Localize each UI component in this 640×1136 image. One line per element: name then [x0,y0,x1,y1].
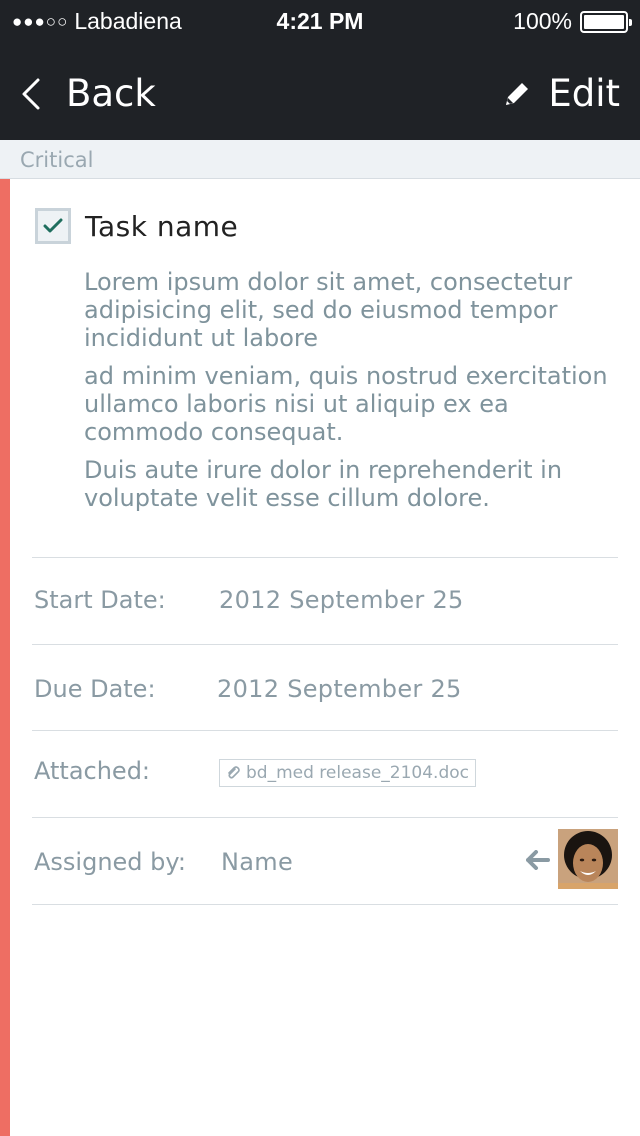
paperclip-icon [228,766,240,779]
chevron-left-icon [22,78,40,109]
check-icon [43,218,63,233]
edit-button[interactable]: Edit [502,72,620,115]
task-name: Task name [85,209,239,243]
priority-indicator-bar [0,179,10,1136]
due-date-label: Due Date: [34,675,156,703]
start-date-label: Start Date: [34,586,166,614]
navigation-bar: Back Edit [0,42,640,140]
due-date-row: Due Date: 2012 September 25 [32,644,618,730]
battery-icon [580,10,632,33]
due-date-value: 2012 September 25 [217,675,462,703]
edit-label: Edit [548,72,620,115]
priority-label: Critical [20,148,94,172]
pencil-icon [506,82,529,105]
avatar-image [558,829,618,889]
task-description: Lorem ipsum dolor sit amet, consectetur … [84,268,614,522]
task-details: Start Date: 2012 September 25 Due Date: … [32,557,618,905]
user-avatar[interactable] [558,829,618,889]
start-date-row: Start Date: 2012 September 25 [32,557,618,644]
task-title-row: Task name [35,208,238,244]
assigned-by-name: Name [221,848,294,876]
attached-label: Attached: [34,757,151,785]
attached-row: Attached: bd_med release_2104.doc [32,730,618,817]
arrow-left-icon [526,850,550,870]
description-paragraph: ad minim veniam, quis nostrud exercitati… [84,362,608,446]
back-label: Back [66,72,156,115]
attachment-filename: bd_med release_2104.doc [246,763,469,783]
assigned-by-row: Assigned by: Name [32,817,618,905]
task-complete-checkbox[interactable] [35,208,71,244]
status-bar: ●●●○○ Labadiena 4:21 PM 100% [0,0,640,42]
assigned-by-label: Assigned by: [34,848,186,876]
start-date-value: 2012 September 25 [219,586,464,614]
priority-section-header: Critical [0,140,640,179]
top-bar: ●●●○○ Labadiena 4:21 PM 100% Back Edit [0,0,640,140]
battery-percent: 100% [513,8,572,34]
battery-status: 100% [513,8,632,35]
description-paragraph: Lorem ipsum dolor sit amet, consectetur … [84,268,573,352]
back-button[interactable]: Back [20,72,156,115]
description-paragraph: Duis aute irure dolor in reprehenderit i… [84,456,563,512]
attachment-chip[interactable]: bd_med release_2104.doc [219,759,476,787]
